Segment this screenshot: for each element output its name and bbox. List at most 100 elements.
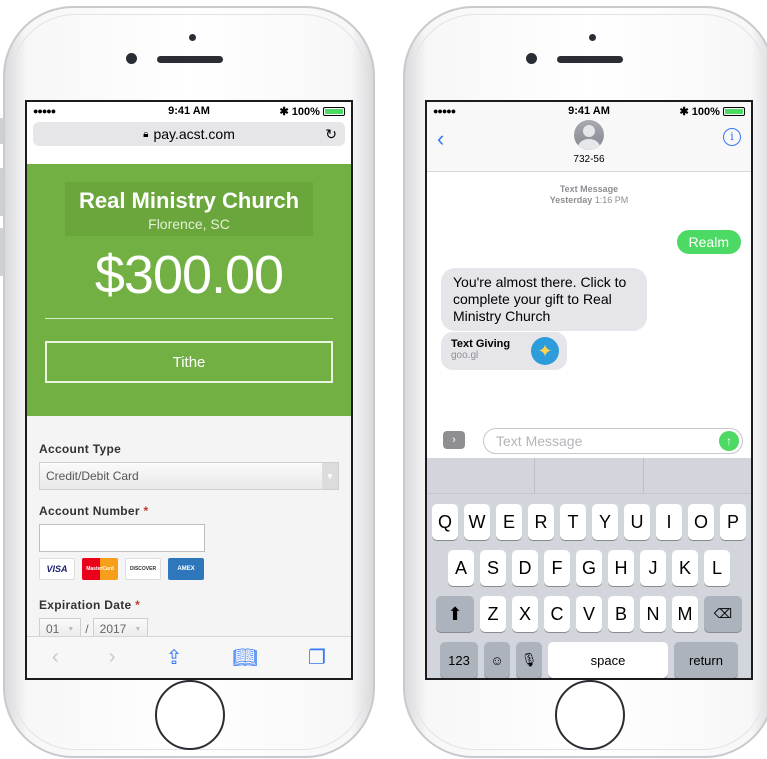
conversation-header: ‹ 732-56 i	[427, 120, 751, 172]
key-j[interactable]: J	[640, 550, 666, 586]
divider	[45, 318, 333, 319]
account-type-value: Credit/Debit Card	[46, 469, 139, 483]
numbers-key[interactable]: 123	[440, 642, 478, 678]
phone-right: ●●●●● 9:41 AM ✱ 100% ‹ 732-56 i Text Mes…	[403, 6, 767, 758]
apps-expand-icon[interactable]: ›	[443, 431, 465, 449]
link-preview[interactable]: Text Giving goo.gl ✦	[441, 332, 567, 370]
space-key[interactable]: space	[548, 642, 668, 678]
delete-icon[interactable]: ⌫	[704, 596, 742, 632]
suggestion-slot[interactable]	[427, 458, 536, 493]
suggestion-slot[interactable]	[535, 458, 644, 493]
compose-bar: › Text Message ↑	[427, 428, 751, 456]
status-bar: ●●●●● 9:41 AM ✱ 100%	[427, 102, 751, 120]
fund-button[interactable]: Tithe	[45, 341, 333, 383]
incoming-message[interactable]: You're almost there. Click to complete y…	[441, 268, 647, 331]
expiration-label: Expiration Date *	[39, 598, 141, 612]
key-b[interactable]: B	[608, 596, 634, 632]
contact-name[interactable]: 732-56	[427, 154, 751, 165]
key-h[interactable]: H	[608, 550, 634, 586]
back-chevron-icon[interactable]: ‹	[437, 126, 444, 152]
account-number-input[interactable]	[39, 524, 205, 552]
account-type-label: Account Type	[39, 442, 122, 456]
exp-separator: /	[85, 622, 89, 636]
info-icon[interactable]: i	[723, 128, 741, 146]
status-time: 9:41 AM	[568, 105, 610, 117]
key-r[interactable]: R	[528, 504, 554, 540]
sensor-dot	[589, 34, 596, 41]
bookmarks-icon[interactable]: 📖︎	[232, 645, 257, 670]
contact-avatar[interactable]	[574, 120, 604, 150]
keyboard-row-1: QWERTYUIOP	[427, 504, 751, 540]
return-key[interactable]: return	[674, 642, 738, 678]
visa-logo: VISA	[39, 558, 75, 580]
mastercard-logo: MasterCard	[82, 558, 118, 580]
card-logos: VISA MasterCard DISCOVER AMEX	[39, 558, 339, 580]
key-w[interactable]: W	[464, 504, 490, 540]
url-text: pay.acst.com	[153, 126, 235, 142]
key-y[interactable]: Y	[592, 504, 618, 540]
key-o[interactable]: O	[688, 504, 714, 540]
keyboard: QWERTYUIOP ASDFGHJKL ⬆ ZXCVBNM ⌫ 123 ☺ 🎙…	[427, 458, 751, 678]
key-p[interactable]: P	[720, 504, 746, 540]
required-asterisk: *	[135, 598, 141, 612]
shift-icon[interactable]: ⬆	[436, 596, 474, 632]
message-timestamp: Text Message Yesterday 1:16 PM	[549, 184, 629, 205]
church-info: Real Ministry Church Florence, SC	[65, 182, 313, 236]
church-city: Florence, SC	[148, 216, 230, 232]
amex-logo: AMEX	[168, 558, 204, 580]
address-bar[interactable]: 🔒︎ pay.acst.com ↻	[33, 122, 345, 146]
lock-icon: 🔒︎	[143, 128, 149, 140]
key-g[interactable]: G	[576, 550, 602, 586]
suggestion-slot[interactable]	[644, 458, 751, 493]
status-time: 9:41 AM	[168, 105, 210, 117]
message-input[interactable]: Text Message ↑	[483, 428, 743, 454]
key-m[interactable]: M	[672, 596, 698, 632]
account-type-select[interactable]: Credit/Debit Card ▼	[39, 462, 339, 490]
chevron-down-icon: ▼	[322, 463, 338, 489]
keyboard-row-4: 123 ☺ 🎙︎ space return	[427, 642, 751, 678]
messages-screen: ●●●●● 9:41 AM ✱ 100% ‹ 732-56 i Text Mes…	[425, 100, 753, 680]
tabs-icon[interactable]: ❐	[308, 645, 326, 670]
emoji-icon[interactable]: ☺	[484, 642, 510, 678]
phone-left: ●●●●● 9:41 AM ✱ 100% 🔒︎ pay.acst.com ↻ R…	[0, 6, 375, 758]
key-n[interactable]: N	[640, 596, 666, 632]
chevron-down-icon: ▼	[134, 625, 142, 633]
key-a[interactable]: A	[448, 550, 474, 586]
payment-form: Account Type Credit/Debit Card ▼ Account…	[27, 416, 351, 656]
home-button[interactable]	[155, 680, 225, 750]
forward-icon[interactable]: ›	[109, 646, 116, 669]
discover-logo: DISCOVER	[125, 558, 161, 580]
volume-up-button	[0, 168, 4, 216]
key-q[interactable]: Q	[432, 504, 458, 540]
gift-amount[interactable]: $300.00	[27, 244, 351, 306]
key-i[interactable]: I	[656, 504, 682, 540]
key-s[interactable]: S	[480, 550, 506, 586]
key-l[interactable]: L	[704, 550, 730, 586]
key-v[interactable]: V	[576, 596, 602, 632]
mute-switch	[0, 118, 4, 144]
reload-icon[interactable]: ↻	[325, 126, 337, 143]
earpiece-speaker	[557, 56, 623, 63]
key-z[interactable]: Z	[480, 596, 506, 632]
key-k[interactable]: K	[672, 550, 698, 586]
safari-screen: ●●●●● 9:41 AM ✱ 100% 🔒︎ pay.acst.com ↻ R…	[25, 100, 353, 680]
outgoing-message[interactable]: Realm	[676, 230, 741, 254]
key-c[interactable]: C	[544, 596, 570, 632]
key-f[interactable]: F	[544, 550, 570, 586]
key-x[interactable]: X	[512, 596, 538, 632]
back-icon[interactable]: ‹	[52, 646, 59, 669]
safari-toolbar: ‹ › ⇪ 📖︎ ❐	[27, 636, 351, 678]
chevron-down-icon: ▼	[67, 625, 75, 633]
key-u[interactable]: U	[624, 504, 650, 540]
send-arrow-icon[interactable]: ↑	[719, 431, 739, 451]
home-button[interactable]	[555, 680, 625, 750]
front-camera	[526, 53, 537, 64]
donation-header: Real Ministry Church Florence, SC $300.0…	[27, 164, 351, 416]
sparkle-icon: ✦	[531, 337, 559, 365]
microphone-icon[interactable]: 🎙︎	[516, 642, 542, 678]
key-d[interactable]: D	[512, 550, 538, 586]
volume-down-button	[0, 228, 4, 276]
key-e[interactable]: E	[496, 504, 522, 540]
key-t[interactable]: T	[560, 504, 586, 540]
share-icon[interactable]: ⇪	[166, 645, 183, 670]
